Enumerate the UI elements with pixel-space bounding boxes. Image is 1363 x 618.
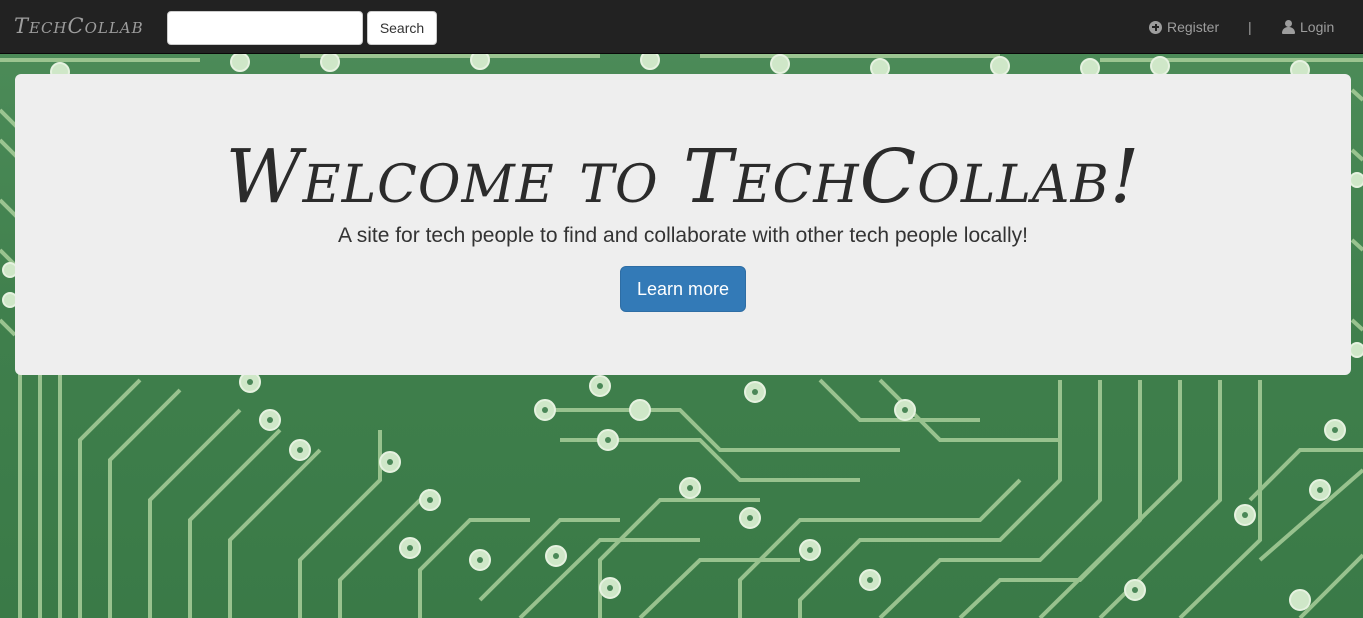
user-icon <box>1282 20 1295 34</box>
register-label: Register <box>1167 19 1220 35</box>
login-label: Login <box>1300 19 1335 35</box>
page-title: Welcome to TechCollab! <box>225 134 1141 220</box>
search-input[interactable] <box>167 11 363 45</box>
learn-more-button[interactable]: Learn more <box>620 266 746 312</box>
plus-circle-icon <box>1149 20 1162 34</box>
login-link[interactable]: Login <box>1282 19 1334 35</box>
page-subtitle: A site for tech people to find and colla… <box>338 224 1028 247</box>
hero-jumbotron: Welcome to TechCollab! A site for tech p… <box>15 74 1351 375</box>
search-button[interactable]: Search <box>367 11 437 45</box>
brand-logo[interactable]: TechCollab <box>14 14 144 38</box>
top-navbar: TechCollab Search Register | Login <box>0 0 1363 54</box>
register-link[interactable]: Register <box>1149 19 1219 35</box>
nav-separator: | <box>1248 19 1252 35</box>
